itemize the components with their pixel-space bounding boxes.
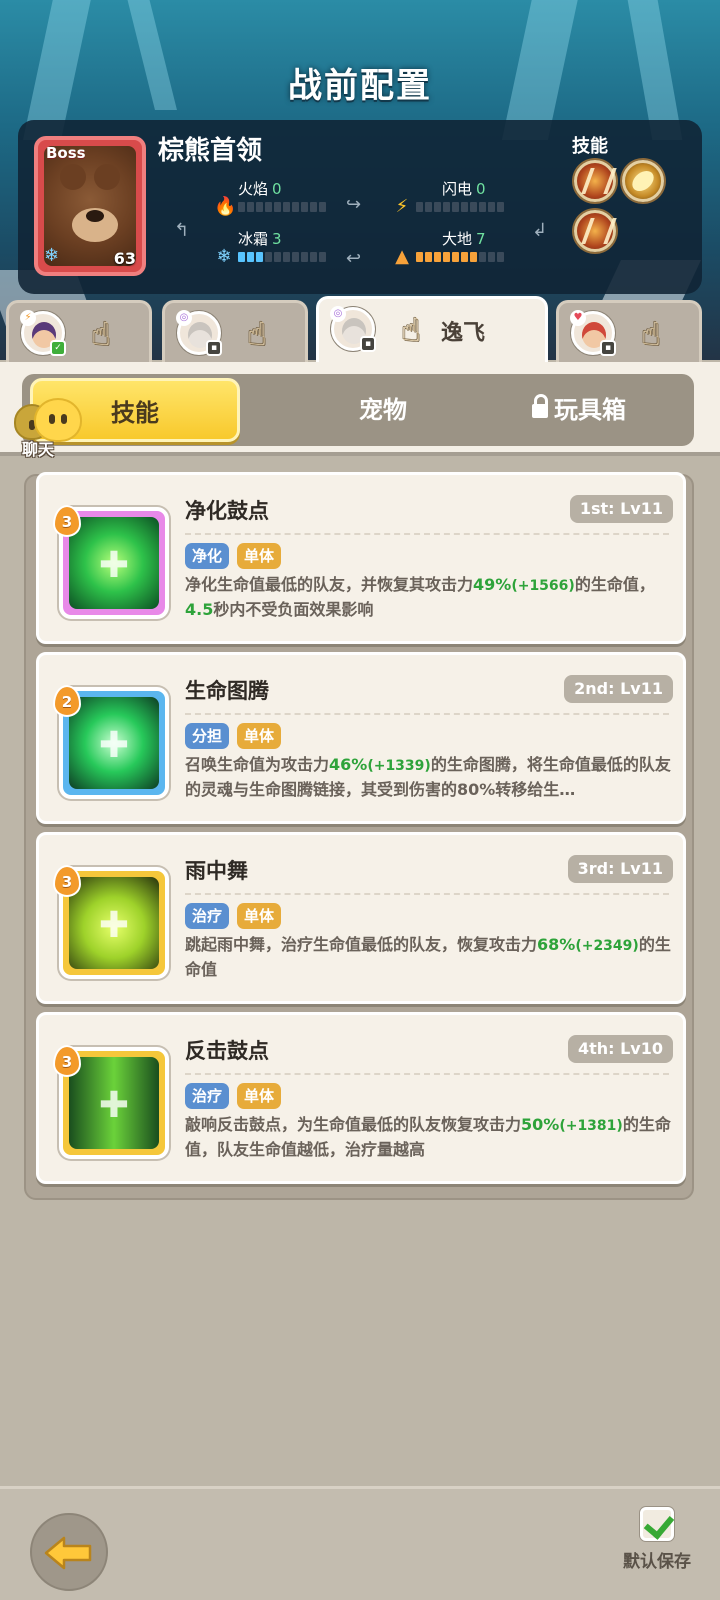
boss-name: 棕熊首领	[158, 136, 263, 166]
skill-rank-badge: 3	[53, 505, 81, 537]
stat-bar-frost	[238, 252, 326, 262]
skill-description: 敲响反击鼓点，为生命值最低的队友恢复攻击力50%(+1381)的生命值，队友生命…	[185, 1115, 671, 1159]
skill-tag: 单体	[237, 543, 282, 569]
hand-icon: ☝	[247, 315, 267, 353]
skill-tag: 单体	[237, 723, 282, 749]
frost-element-icon: ❄	[44, 245, 60, 266]
boss-level: 63	[113, 249, 136, 268]
default-save-button[interactable]: 默认保存	[612, 1507, 702, 1587]
skill-rank-badge: 2	[53, 685, 81, 717]
hero-avatar: ⚡ ✓	[20, 310, 66, 356]
swap-arrow-icon: ↰	[174, 220, 190, 241]
skill-tag: 单体	[237, 903, 282, 929]
beast-skill-icon[interactable]	[622, 160, 664, 202]
back-button[interactable]	[30, 1513, 108, 1591]
skill-level: 3rd: Lv11	[567, 855, 673, 883]
skill-tag: 净化	[185, 543, 230, 569]
hero-avatar: ◎ ▪	[176, 310, 222, 356]
swap-arrow-icon: ↲	[532, 220, 548, 241]
snowflake-icon: ❄	[216, 246, 232, 267]
boss-portrait[interactable]: Boss ❄ 63	[34, 136, 146, 276]
skill-name: 反击鼓点	[185, 1039, 269, 1063]
stat-bar-earth	[416, 252, 504, 262]
chat-button[interactable]: 聊天	[8, 398, 88, 459]
skill-tag: 单体	[237, 1083, 282, 1109]
category-tab-bar: 技能 宠物 玩具箱	[0, 362, 720, 456]
fire-icon: 🔥	[214, 196, 237, 217]
tab-pets[interactable]: 宠物	[278, 378, 488, 442]
skill-name: 生命图腾	[185, 679, 269, 703]
tab-toybox[interactable]: 玩具箱	[474, 378, 684, 442]
lock-icon	[532, 394, 548, 418]
hand-icon: ☝	[91, 315, 111, 353]
skill-description: 跳起雨中舞，治疗生命值最低的队友，恢复攻击力68%(+2349)的生命值	[185, 935, 671, 979]
page-title: 战前配置	[288, 66, 432, 106]
divider	[185, 1073, 669, 1075]
skill-card[interactable]: 3 反击鼓点 4th: Lv10 治疗 单体 敲响反击鼓点，为生命值最低的队友恢…	[36, 1012, 686, 1184]
skill-name: 净化鼓点	[185, 499, 269, 523]
skill-tag: 治疗	[185, 903, 230, 929]
boss-tag: Boss	[46, 144, 86, 162]
mountain-icon: ▲	[395, 246, 409, 267]
skill-list: 3 净化鼓点 1st: Lv11 净化 单体 净化生命值最低的队友，并恢复其攻击…	[24, 472, 694, 1200]
skill-level: 2nd: Lv11	[564, 675, 673, 703]
hero-tab-2[interactable]: ◎ ▪ ☝	[162, 300, 308, 362]
skill-rank-badge: 3	[53, 1045, 81, 1077]
checkbox-checked-icon	[640, 1507, 674, 1541]
skill-card[interactable]: 2 生命图腾 2nd: Lv11 分担 单体 召唤生命值为攻击力46%(+133…	[36, 652, 686, 824]
hero-avatar: ◎ ▪	[330, 306, 376, 352]
skill-card[interactable]: 3 雨中舞 3rd: Lv11 治疗 单体 跳起雨中舞，治疗生命值最低的队友，恢…	[36, 832, 686, 1004]
chat-label: 聊天	[22, 440, 55, 459]
hero-badge-icon: ▪	[206, 340, 222, 356]
swap-arrow-icon: ↩	[346, 248, 362, 269]
lightning-icon: ⚡	[395, 196, 409, 217]
stat-bar-fire	[238, 202, 326, 212]
skill-card[interactable]: 3 净化鼓点 1st: Lv11 净化 单体 净化生命值最低的队友，并恢复其攻击…	[36, 472, 686, 644]
skill-name: 雨中舞	[185, 859, 248, 883]
claw-skill-icon[interactable]	[574, 160, 616, 202]
swap-arrow-icon: ↪	[346, 194, 362, 215]
tab-toybox-label: 玩具箱	[554, 396, 626, 424]
divider	[185, 893, 669, 895]
skill-level: 4th: Lv10	[567, 1035, 673, 1063]
hero-tab-4[interactable]: ♥ ▪ ☝	[556, 300, 702, 362]
hero-tab-1[interactable]: ⚡ ✓ ☝	[6, 300, 152, 362]
skill-description: 净化生命值最低的队友，并恢复其攻击力49%(+1566)的生命值，4.5秒内不受…	[185, 575, 655, 619]
slash-skill-icon[interactable]	[574, 210, 616, 252]
hero-tab-bar: ⚡ ✓ ☝ ◎ ▪ ☝ ◎ ▪ ☝ 逸飞 ♥ ▪ ☝	[0, 296, 720, 364]
skill-description: 召唤生命值为攻击力46%(+1339)的生命图腾，将生命值最低的队友的灵魂与生命…	[185, 755, 671, 799]
save-label: 默认保存	[623, 1552, 691, 1572]
boss-info-panel: Boss ❄ 63 棕熊首领 火焰 0 🔥 闪电 0 ⚡ 冰霜 3 ❄ 大地 7 ▲	[18, 120, 702, 294]
skill-tag: 治疗	[185, 1083, 230, 1109]
skill-rank-badge: 3	[53, 865, 81, 897]
skill-level: 1st: Lv11	[569, 495, 673, 523]
divider	[185, 533, 669, 535]
boss-skills-title: 技能	[572, 136, 608, 157]
divider	[185, 713, 669, 715]
hero-avatar: ♥ ▪	[570, 310, 616, 356]
hand-icon: ☝	[641, 315, 661, 353]
stat-bar-lightning	[416, 202, 504, 212]
back-arrow-icon	[44, 1536, 92, 1570]
skill-tag: 分担	[185, 723, 230, 749]
bottom-bar: 默认保存	[0, 1486, 720, 1600]
hero-tab-3[interactable]: ◎ ▪ ☝ 逸飞	[316, 296, 548, 362]
category-tab-track: 技能 宠物 玩具箱	[22, 374, 694, 446]
hero-badge-icon: ▪	[360, 336, 376, 352]
hero-badge-icon: ✓	[50, 340, 66, 356]
hero-tab-name: 逸飞	[441, 321, 486, 346]
hero-badge-icon: ▪	[600, 340, 616, 356]
hand-icon: ☝	[401, 311, 421, 349]
